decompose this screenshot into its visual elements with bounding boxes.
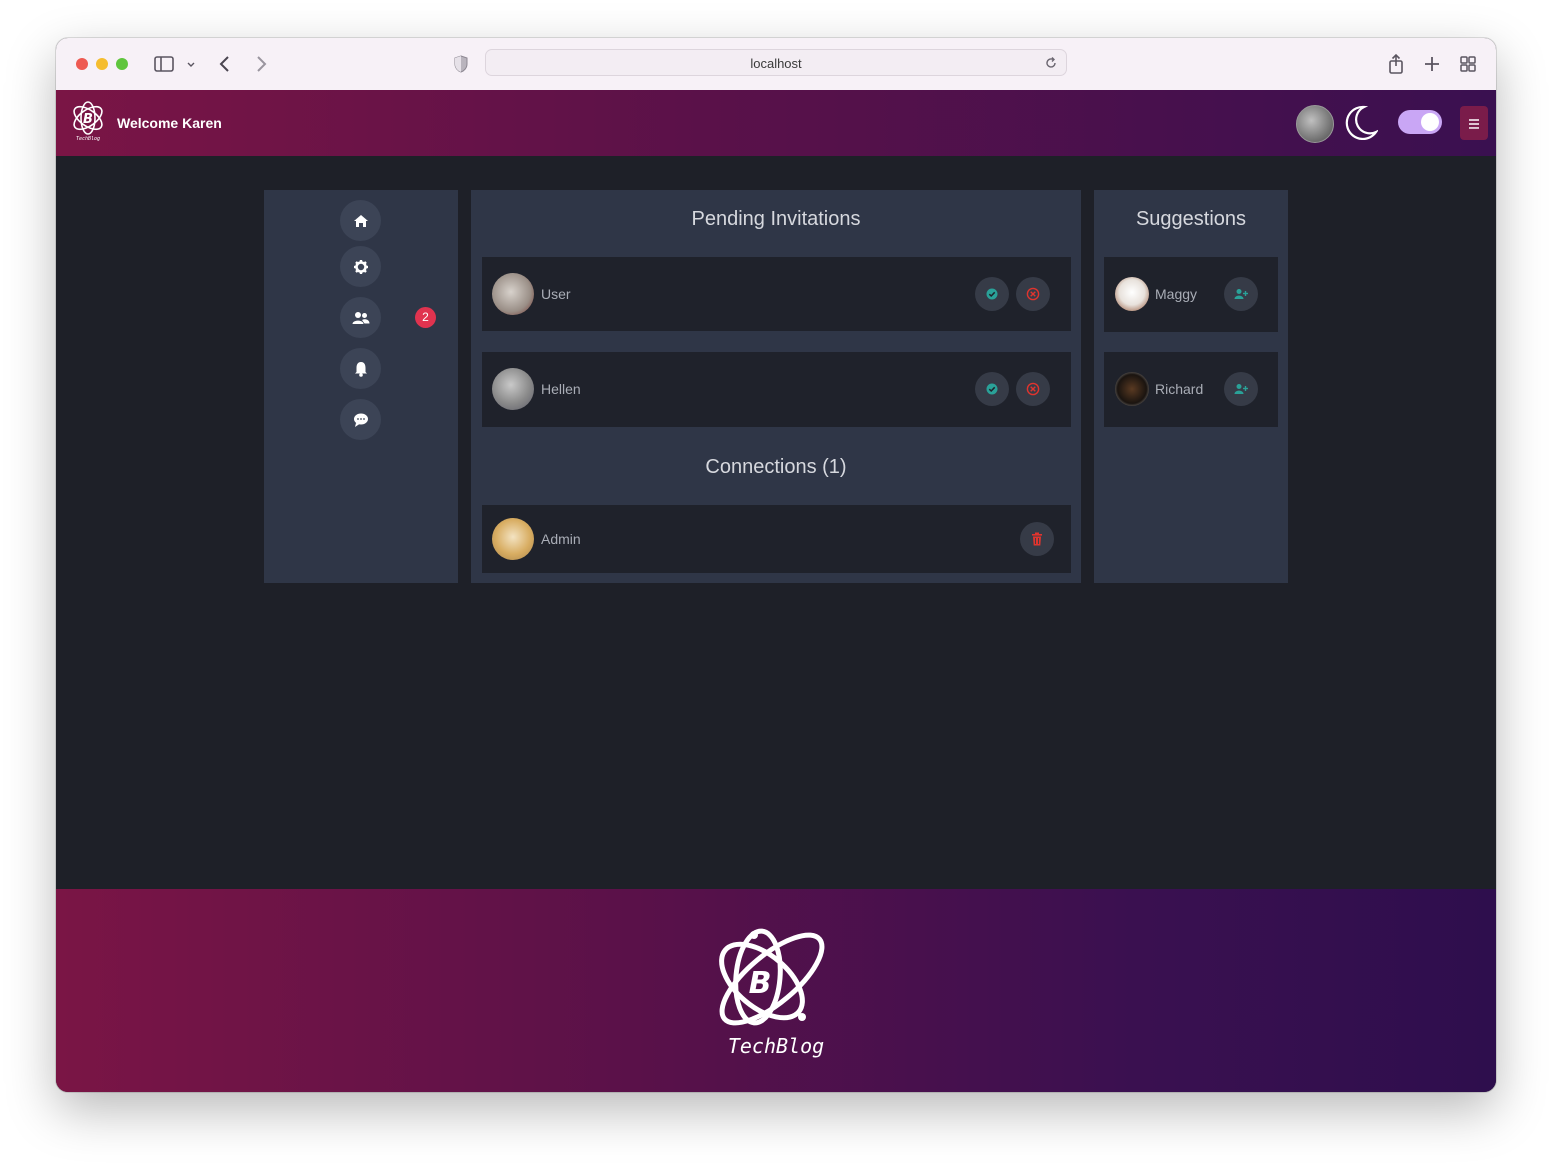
check-circle-icon [986, 383, 998, 395]
friends-badge: 2 [415, 307, 436, 328]
sidebar-item-notifications[interactable] [340, 348, 381, 389]
remove-connection-button[interactable] [1020, 522, 1054, 556]
user-avatar[interactable] [1296, 105, 1334, 143]
check-circle-icon [986, 288, 998, 300]
sidebar-item-friends[interactable] [340, 297, 381, 338]
avatar [1115, 372, 1149, 406]
logo-letter: B [83, 112, 93, 127]
x-circle-icon [1026, 382, 1040, 396]
add-friend-button[interactable] [1224, 277, 1258, 311]
plus-icon[interactable] [1423, 52, 1441, 76]
invitation-name: Hellen [541, 381, 581, 397]
decline-button[interactable] [1016, 372, 1050, 406]
suggestion-name: Maggy [1155, 286, 1198, 302]
avatar [1115, 277, 1149, 311]
suggestion-name: Richard [1155, 381, 1204, 397]
x-circle-icon [1026, 287, 1040, 301]
decline-button[interactable] [1016, 277, 1050, 311]
suggestion-card: Richard [1104, 352, 1278, 427]
grid-icon[interactable] [1459, 52, 1477, 76]
moon-icon [1342, 104, 1380, 147]
trash-icon [1032, 532, 1042, 546]
gear-icon [353, 259, 368, 274]
sidebar-item-messages[interactable] [340, 399, 381, 440]
logo-caption: TechBlog [76, 136, 100, 142]
home-icon [353, 214, 368, 227]
url-text: localhost [750, 56, 802, 71]
sidebar-nav: 2 [264, 190, 458, 583]
footer-logo-letter: B [749, 966, 772, 1001]
suggestions-panel: Suggestions Maggy Richard [1094, 190, 1288, 583]
minimize-window-button[interactable] [96, 58, 108, 70]
avatar [492, 273, 534, 315]
reload-icon[interactable] [1044, 56, 1058, 75]
sidebar-item-settings[interactable] [340, 246, 381, 287]
footer: B TechBlog [56, 889, 1496, 1092]
suggestion-card: Maggy [1104, 257, 1278, 332]
connection-name: Admin [541, 531, 581, 547]
users-icon [352, 311, 369, 324]
hamburger-icon [1469, 119, 1479, 129]
app-header: B TechBlog Welcome Karen [56, 90, 1496, 156]
pending-invitations-title: Pending Invitations [691, 208, 861, 230]
user-plus-icon [1234, 384, 1248, 394]
invitation-card: User [482, 257, 1071, 331]
maximize-window-button[interactable] [116, 58, 128, 70]
bell-icon [354, 361, 367, 377]
invitation-name: User [541, 286, 571, 302]
shield-icon [453, 52, 469, 76]
accept-button[interactable] [975, 372, 1009, 406]
footer-brand: TechBlog [727, 1034, 825, 1058]
forward-icon[interactable] [252, 52, 270, 76]
connections-title: Connections (1) [705, 456, 847, 478]
browser-toolbar: localhost [56, 38, 1496, 91]
avatar [492, 518, 534, 560]
techblog-logo[interactable]: B TechBlog [68, 98, 112, 147]
close-window-button[interactable] [76, 58, 88, 70]
back-icon[interactable] [216, 52, 234, 76]
chevron-down-icon[interactable] [185, 52, 197, 76]
theme-toggle[interactable] [1398, 110, 1442, 134]
share-icon[interactable] [1386, 52, 1406, 76]
main-content: 2 Pending Invitations User Hellen Connec… [56, 156, 1496, 889]
welcome-text: Welcome Karen [117, 115, 222, 131]
sidebar-icon[interactable] [153, 52, 175, 76]
sidebar-item-home[interactable] [340, 200, 381, 241]
friends-panel: Pending Invitations User Hellen Connecti… [471, 190, 1081, 583]
user-plus-icon [1234, 289, 1248, 299]
menu-button[interactable] [1460, 106, 1488, 140]
address-bar[interactable]: localhost [485, 49, 1067, 76]
suggestions-title: Suggestions [1135, 208, 1247, 230]
add-friend-button[interactable] [1224, 372, 1258, 406]
footer-logo[interactable]: B [710, 925, 842, 1042]
browser-window: localhost B TechBlog Welcome Karen 2 Pen… [56, 38, 1496, 1092]
toggle-knob [1421, 113, 1439, 131]
accept-button[interactable] [975, 277, 1009, 311]
connection-card: Admin [482, 505, 1071, 573]
chat-icon [353, 413, 368, 427]
invitation-card: Hellen [482, 352, 1071, 427]
avatar [492, 368, 534, 410]
